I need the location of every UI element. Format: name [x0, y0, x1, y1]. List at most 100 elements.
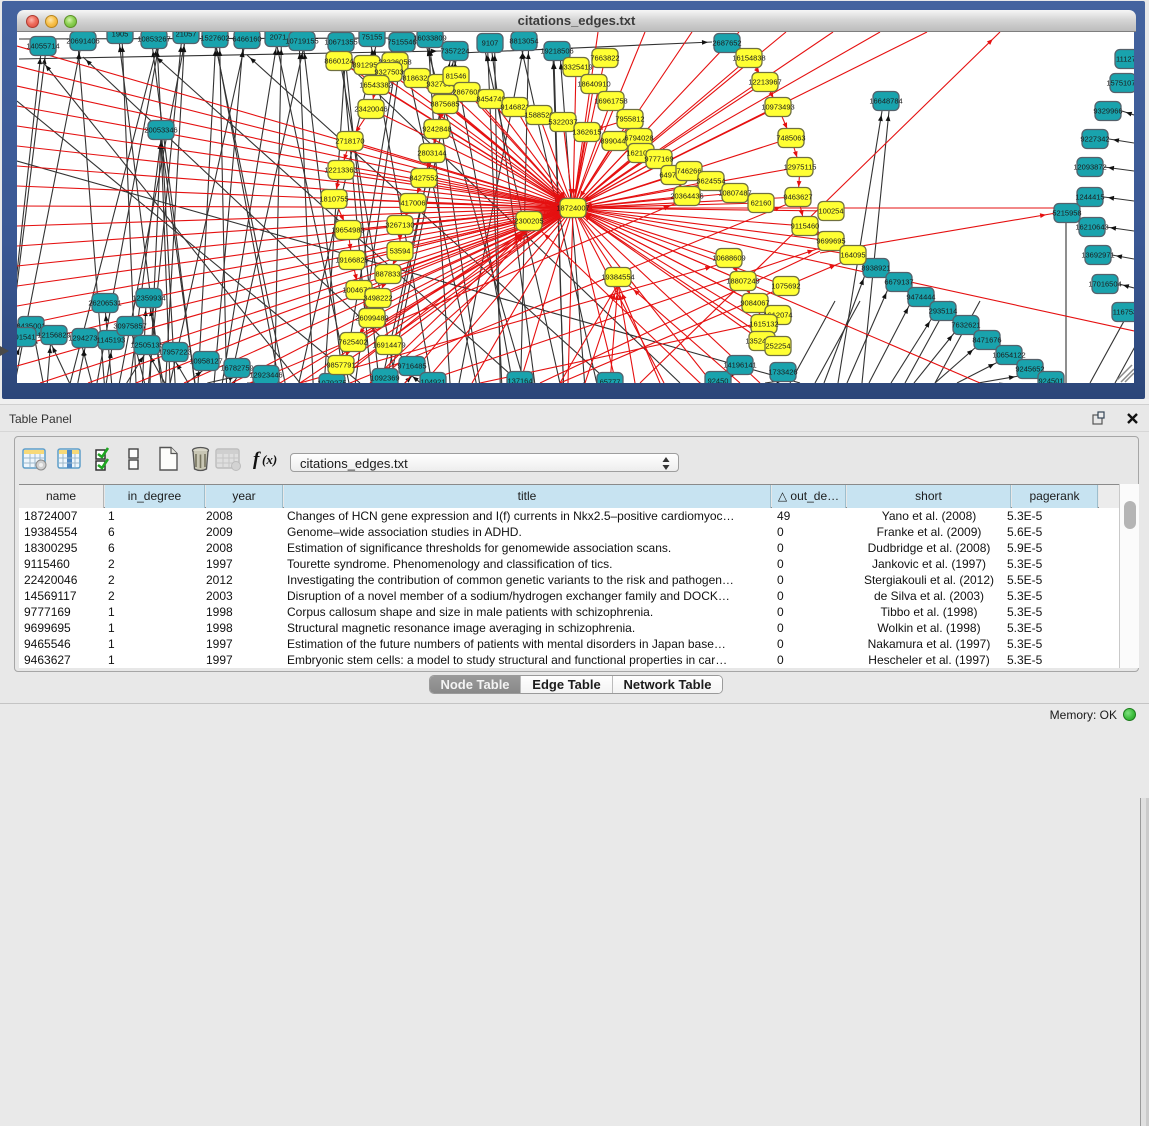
svg-text:16210643: 16210643 [1075, 223, 1108, 232]
svg-text:7663822: 7663822 [590, 54, 619, 63]
svg-text:746266: 746266 [676, 167, 701, 176]
svg-text:1733426: 1733426 [768, 368, 797, 377]
svg-text:18807249: 18807249 [726, 277, 759, 286]
svg-text:14196141: 14196141 [723, 361, 756, 370]
svg-text:391541: 391541 [17, 333, 36, 342]
svg-text:26206531: 26206531 [88, 299, 121, 308]
svg-text:10973493: 10973493 [761, 103, 794, 112]
svg-text:2300205: 2300205 [514, 217, 543, 226]
svg-text:1362615: 1362615 [572, 128, 601, 137]
svg-text:164095: 164095 [840, 251, 865, 260]
svg-text:16543382: 16543382 [359, 81, 392, 90]
svg-text:9227342: 9227342 [1080, 135, 1109, 144]
svg-text:7632621: 7632621 [951, 321, 980, 330]
svg-text:16154838: 16154838 [732, 54, 765, 63]
svg-text:15751074: 15751074 [1106, 79, 1134, 88]
svg-text:19166825: 19166825 [335, 256, 368, 265]
svg-text:252254: 252254 [765, 342, 790, 351]
svg-text:2718170: 2718170 [335, 137, 364, 146]
svg-text:3267130: 3267130 [385, 221, 414, 230]
svg-text:9084067: 9084067 [740, 299, 769, 308]
svg-text:9115460: 9115460 [791, 222, 820, 231]
svg-text:8471676: 8471676 [972, 336, 1001, 345]
svg-text:1244415: 1244415 [1075, 193, 1104, 202]
svg-text:8427552: 8427552 [409, 174, 438, 183]
svg-text:17957223: 17957223 [158, 348, 191, 357]
svg-text:(x): (x) [262, 452, 277, 467]
svg-text:14055714: 14055714 [26, 42, 59, 51]
svg-text:92450: 92450 [708, 377, 729, 384]
svg-text:9329966: 9329966 [1093, 107, 1122, 116]
svg-text:100254: 100254 [818, 207, 843, 216]
svg-text:8875685: 8875685 [430, 100, 459, 109]
svg-text:16961758: 16961758 [594, 97, 627, 106]
svg-text:1615132: 1615132 [749, 320, 778, 329]
svg-text:5215958: 5215958 [1052, 209, 1081, 218]
svg-text:1079275: 1079275 [317, 379, 346, 384]
svg-text:104921: 104921 [420, 378, 445, 384]
svg-text:3624554: 3624554 [696, 177, 725, 186]
svg-text:10671355: 10671355 [324, 38, 357, 47]
svg-text:81546: 81546 [446, 72, 467, 81]
svg-text:75155: 75155 [362, 33, 383, 42]
svg-text:19384554: 19384554 [601, 273, 634, 282]
svg-text:137164: 137164 [507, 377, 532, 384]
svg-text:1092369: 1092369 [370, 374, 399, 383]
svg-text:26099489: 26099489 [355, 314, 388, 323]
svg-text:9463627: 9463627 [783, 193, 812, 202]
svg-text:7357224: 7357224 [440, 47, 469, 56]
svg-text:17016504: 17016504 [1088, 280, 1121, 289]
svg-text:19218506: 19218506 [540, 47, 573, 56]
svg-text:13325419: 13325419 [559, 63, 592, 72]
svg-text:887833: 887833 [375, 270, 400, 279]
svg-text:53594: 53594 [390, 247, 411, 256]
svg-text:9699695: 9699695 [816, 237, 845, 246]
svg-text:10719155: 10719155 [285, 37, 318, 46]
svg-text:20364436: 20364436 [670, 192, 703, 201]
svg-text:116753: 116753 [1113, 308, 1134, 317]
svg-text:10654122: 10654122 [992, 351, 1025, 360]
svg-text:18724007: 18724007 [556, 204, 589, 213]
svg-text:12213967: 12213967 [748, 78, 781, 87]
svg-text:6466160: 6466160 [232, 35, 261, 44]
svg-text:1145193: 1145193 [97, 336, 126, 345]
svg-text:18640910: 18640910 [577, 80, 610, 89]
svg-text:7515546: 7515546 [387, 38, 416, 47]
svg-text:2071: 2071 [270, 33, 287, 42]
svg-text:21057: 21057 [176, 32, 197, 39]
svg-text:9474444: 9474444 [906, 293, 935, 302]
svg-text:9242848: 9242848 [422, 125, 451, 134]
svg-text:10853267: 10853267 [137, 35, 170, 44]
svg-text:16914479: 16914479 [372, 341, 405, 350]
svg-text:7625402: 7625402 [338, 338, 367, 347]
svg-text:111278: 111278 [1116, 55, 1134, 64]
svg-text:23420046: 23420046 [354, 105, 387, 114]
svg-text:924501: 924501 [1038, 377, 1063, 384]
svg-text:6679137: 6679137 [884, 278, 913, 287]
svg-text:16648784: 16648784 [869, 97, 902, 106]
svg-text:9107: 9107 [482, 39, 499, 48]
svg-text:5322037: 5322037 [548, 118, 577, 127]
svg-text:9777169: 9777169 [644, 155, 673, 164]
svg-text:1810755: 1810755 [319, 195, 348, 204]
svg-text:10807487: 10807487 [718, 189, 751, 198]
svg-text:7955812: 7955812 [615, 115, 644, 124]
svg-text:2687652: 2687652 [712, 39, 741, 48]
svg-text:1905: 1905 [112, 32, 129, 39]
svg-text:6794028: 6794028 [624, 134, 653, 143]
svg-text:12359934: 12359934 [132, 294, 165, 303]
svg-text:10958127: 10958127 [189, 357, 222, 366]
svg-text:f: f [253, 449, 261, 470]
svg-text:10688609: 10688609 [712, 254, 745, 263]
svg-text:8938921: 8938921 [861, 264, 890, 273]
svg-text:16033809: 16033809 [413, 34, 446, 43]
svg-text:417006: 417006 [400, 199, 425, 208]
svg-text:2935114: 2935114 [929, 307, 958, 316]
svg-text:19654983: 19654983 [331, 226, 364, 235]
svg-text:12156829: 12156829 [37, 331, 70, 340]
svg-text:3498222: 3498222 [363, 294, 392, 303]
svg-text:12213363: 12213363 [324, 166, 357, 175]
svg-text:20053346: 20053346 [144, 126, 177, 135]
svg-text:12923446: 12923446 [249, 371, 282, 380]
svg-text:8660124: 8660124 [324, 57, 353, 66]
